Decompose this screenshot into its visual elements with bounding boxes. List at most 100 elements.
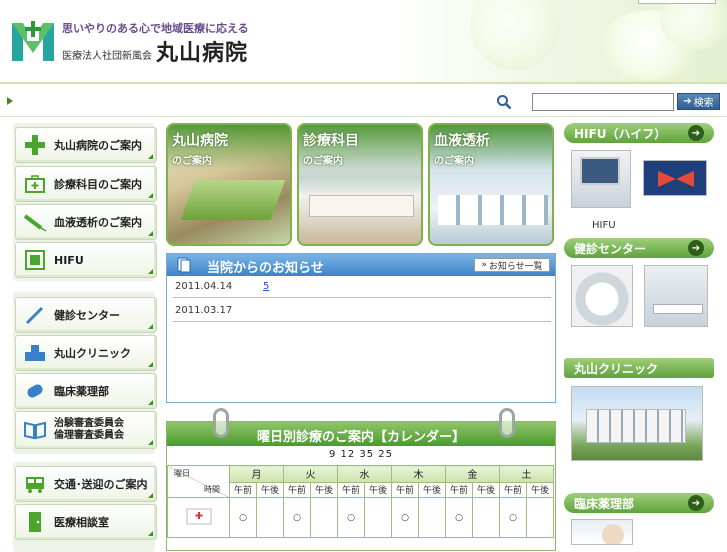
calendar-subtitle: 9 12 35 25 bbox=[328, 449, 394, 460]
nav-label: 臨床薬理部 bbox=[54, 385, 109, 398]
schedule-empty bbox=[526, 497, 554, 538]
schedule-mark: ○ bbox=[337, 497, 365, 538]
notice-link[interactable] bbox=[263, 305, 305, 317]
am-header: 午前 bbox=[499, 481, 527, 499]
nav-review-committee[interactable]: 治験審査委員会 倫理審査委員会 bbox=[15, 411, 157, 449]
nav-consultation[interactable]: 医療相談室 bbox=[15, 504, 157, 540]
right-header-label: HIFU（ハイフ） bbox=[574, 126, 667, 141]
nav-departments[interactable]: 診療科目のご案内 bbox=[15, 166, 157, 202]
nav-label: 治験審査委員会 bbox=[54, 418, 124, 429]
nav-access[interactable]: 交通･送迎のご案内 bbox=[15, 466, 157, 502]
day-header: 土 bbox=[499, 465, 554, 483]
nav-hifu[interactable]: HIFU bbox=[15, 242, 157, 278]
hospital-logo-icon[interactable] bbox=[12, 19, 54, 63]
device-screen bbox=[580, 157, 620, 185]
schedule-empty bbox=[418, 497, 446, 538]
binder-ring-icon bbox=[499, 408, 515, 438]
pen-icon bbox=[22, 303, 48, 327]
pharm-photo[interactable] bbox=[571, 519, 633, 545]
notice-row: 2011.04.14 5 bbox=[173, 276, 551, 298]
day-header: 水 bbox=[337, 465, 392, 483]
tile-photo-lobby bbox=[180, 180, 286, 220]
tile-title: 血液透析 bbox=[434, 133, 490, 149]
right-header-label: 丸山クリニック bbox=[574, 361, 659, 376]
search-icon bbox=[497, 95, 512, 110]
pm-header: 午後 bbox=[418, 481, 446, 499]
nav-health-center[interactable]: 健診センター bbox=[15, 297, 157, 333]
am-header: 午前 bbox=[283, 481, 311, 499]
nav-label-stack: 治験審査委員会 倫理審査委員会 bbox=[54, 418, 124, 442]
notice-row: 2011.03.17 bbox=[173, 300, 551, 322]
hifu-caption: HIFU bbox=[592, 220, 616, 231]
tile-dialysis[interactable]: 血液透析 のご案内 bbox=[428, 123, 554, 246]
schedule-empty bbox=[472, 497, 500, 538]
notice-panel: 当院からのお知らせ » お知らせ一覧 2011.04.14 5 2011.03.… bbox=[166, 253, 556, 403]
schedule-empty bbox=[310, 497, 338, 538]
search-button-label: 検索 bbox=[693, 98, 714, 109]
day-header: 月 bbox=[229, 465, 284, 483]
notice-date: 2011.03.17 bbox=[175, 305, 233, 316]
book-icon bbox=[22, 418, 48, 442]
tile-departments[interactable]: 診療科目 のご案内 bbox=[297, 123, 423, 246]
arrow-right-icon: » bbox=[481, 260, 487, 270]
tile-photo-beds bbox=[438, 195, 548, 225]
notice-header: 当院からのお知らせ » お知らせ一覧 bbox=[167, 254, 555, 276]
nav-clinic[interactable]: 丸山クリニック bbox=[15, 335, 157, 371]
document-icon bbox=[177, 257, 191, 273]
day-header: 木 bbox=[391, 465, 446, 483]
hospital-name[interactable]: 丸山病院 bbox=[156, 35, 248, 67]
hifu-device-photo[interactable] bbox=[571, 150, 631, 208]
nav-label: 交通･送迎のご案内 bbox=[54, 478, 148, 491]
tile-hospital-guide[interactable]: 丸山病院 のご案内 bbox=[166, 123, 292, 246]
right-kenshin-header[interactable]: 健診センター ➔ bbox=[564, 238, 714, 258]
right-clinic-header[interactable]: 丸山クリニック bbox=[564, 358, 714, 378]
bus-icon bbox=[22, 472, 48, 496]
tile-subtitle: のご案内 bbox=[172, 156, 212, 167]
calendar-corner: 曜日 時間 bbox=[167, 465, 230, 498]
arrow-right-icon: ➔ bbox=[683, 96, 692, 107]
pm-header: 午後 bbox=[526, 481, 554, 499]
header-corner-tab bbox=[638, 0, 716, 4]
notice-link[interactable]: 5 bbox=[263, 281, 301, 292]
ct-scanner-photo[interactable] bbox=[571, 265, 633, 327]
schedule-mark: ○ bbox=[445, 497, 473, 538]
nav-hospital-guide[interactable]: 丸山病院のご案内 bbox=[15, 127, 157, 163]
notice-list-label: お知らせ一覧 bbox=[488, 261, 543, 272]
arrow-right-icon: ➔ bbox=[688, 495, 704, 511]
pill-icon bbox=[22, 379, 48, 403]
building-icon bbox=[22, 341, 48, 365]
staff-figure bbox=[602, 524, 624, 544]
right-hifu-header[interactable]: HIFU（ハイフ） ➔ bbox=[564, 123, 714, 143]
schedule-empty bbox=[256, 497, 284, 538]
am-header: 午前 bbox=[391, 481, 419, 499]
right-header-label: 健診センター bbox=[574, 241, 647, 256]
exam-room-photo[interactable] bbox=[644, 265, 708, 327]
search-input[interactable] bbox=[532, 93, 674, 111]
corner-day-label: 曜日 bbox=[174, 469, 190, 478]
am-header: 午前 bbox=[337, 481, 365, 499]
pm-header: 午後 bbox=[364, 481, 392, 499]
nav-label: 倫理審査委員会 bbox=[54, 430, 124, 441]
divider bbox=[0, 116, 727, 117]
beam-left bbox=[658, 171, 676, 187]
notice-list-button[interactable]: » お知らせ一覧 bbox=[474, 258, 550, 272]
pm-header: 午後 bbox=[256, 481, 284, 499]
clinic-building-photo[interactable] bbox=[571, 386, 703, 461]
plus-icon bbox=[22, 133, 48, 157]
schedule-empty bbox=[364, 497, 392, 538]
search-button[interactable]: ➔ 検索 bbox=[677, 93, 720, 110]
right-pharm-header[interactable]: 臨床薬理部 ➔ bbox=[564, 493, 714, 513]
exam-bed bbox=[653, 304, 703, 314]
hifu-diagram-photo[interactable] bbox=[643, 160, 707, 196]
nav-pharmacology[interactable]: 臨床薬理部 bbox=[15, 373, 157, 409]
notice-title: 当院からのお知らせ bbox=[207, 261, 324, 276]
arrow-right-icon: ➔ bbox=[688, 240, 704, 256]
tile-subtitle: のご案内 bbox=[434, 156, 474, 167]
nav-dialysis[interactable]: 血液透析のご案内 bbox=[15, 204, 157, 240]
pm-header: 午後 bbox=[310, 481, 338, 499]
arrow-right-icon: ➔ bbox=[688, 125, 704, 141]
first-aid-kit-icon bbox=[22, 172, 48, 196]
nav-label: 血液透析のご案内 bbox=[54, 216, 142, 229]
nav-label: 健診センター bbox=[54, 309, 120, 322]
tile-photo-counter bbox=[309, 195, 414, 217]
